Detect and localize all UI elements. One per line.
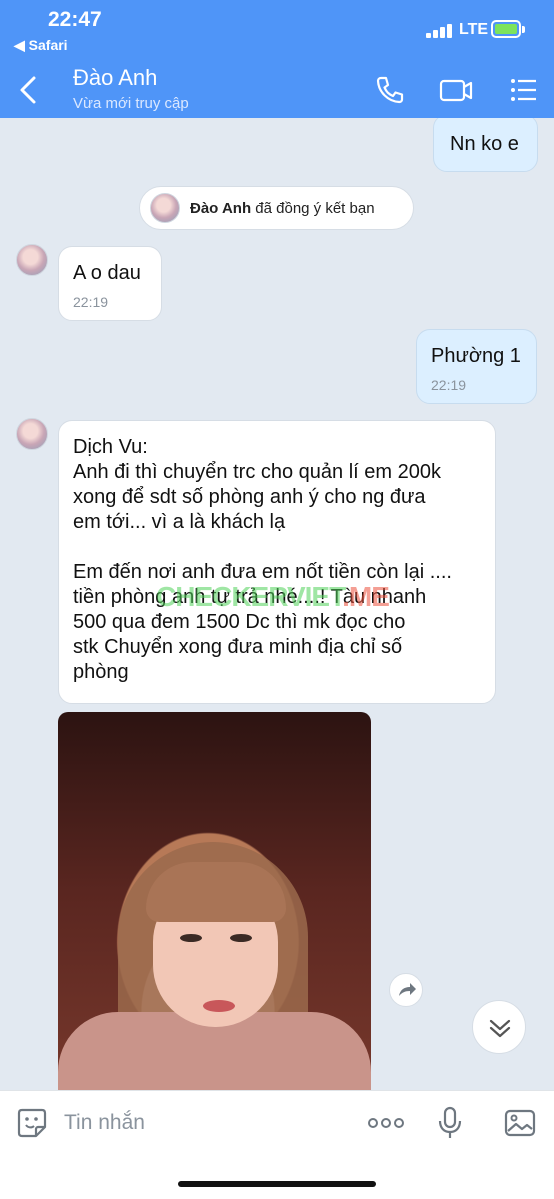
message-line: xong để sdt số phòng anh ý cho ng đưa: [73, 486, 426, 508]
voice-button[interactable]: [432, 1105, 468, 1141]
message-input[interactable]: Tin nhắn: [64, 1111, 145, 1135]
message-input-bar: Tin nhắn: [0, 1090, 554, 1199]
message-line: phòng: [73, 661, 129, 683]
notice-text: đã đồng ý kết bạn: [251, 200, 375, 217]
message-bubble-outgoing[interactable]: Nn ko e: [433, 118, 538, 172]
avatar: [150, 193, 180, 223]
message-text: Phường 1: [431, 345, 521, 367]
back-to-safari-link[interactable]: ◀ Safari: [14, 37, 68, 54]
battery-icon: [491, 20, 521, 38]
message-time: 22:19: [73, 294, 109, 310]
back-button[interactable]: [14, 72, 44, 108]
video-camera-icon: [439, 79, 473, 102]
battery-tip: [522, 26, 525, 33]
message-line: Dịch Vu:: [73, 436, 148, 458]
menu-button[interactable]: [506, 72, 542, 108]
video-call-button[interactable]: [438, 72, 474, 108]
emoji-sticker-icon: [17, 1108, 47, 1138]
message-line: Anh đi thì chuyển trc cho quản lí em 200…: [73, 461, 441, 483]
more-dots-icon: [368, 1118, 404, 1128]
call-button[interactable]: [372, 72, 408, 108]
home-indicator[interactable]: [178, 1181, 376, 1187]
forward-arrow-icon: [399, 983, 416, 996]
chat-messages[interactable]: Nn ko e Đào Anh đã đồng ý kết bạn A o da…: [0, 118, 554, 1090]
message-text: A o dau: [73, 262, 141, 284]
sticker-button[interactable]: [14, 1105, 50, 1141]
avatar[interactable]: [16, 418, 48, 450]
message-line: 500 qua đem 1500 Dc thì mk đọc cho: [73, 611, 406, 633]
message-line: em tới... vì a là khách lạ: [73, 511, 286, 533]
message-bubble-outgoing[interactable]: Phường 1 22:19: [416, 329, 537, 404]
chevron-left-icon: [20, 76, 36, 104]
watermark: CHECKERVIET.ME: [156, 581, 390, 612]
phone-icon: [376, 76, 404, 104]
double-chevron-down-icon: [489, 1019, 511, 1038]
contact-status: Vừa mới truy cập: [73, 95, 189, 112]
message-text: Nn ko e: [450, 133, 519, 155]
image-gallery-icon: [504, 1109, 536, 1137]
signal-icon: [426, 22, 454, 38]
more-button[interactable]: [366, 1105, 406, 1141]
message-line: [73, 535, 495, 560]
message-bubble-incoming[interactable]: A o dau 22:19: [58, 246, 162, 321]
message-bubble-incoming[interactable]: Dịch Vu: Anh đi thì chuyển trc cho quản …: [58, 420, 496, 704]
scroll-to-bottom-button[interactable]: [472, 1000, 526, 1054]
list-menu-icon: [511, 79, 536, 101]
photo-message[interactable]: [58, 712, 371, 1090]
status-time: 22:47: [48, 8, 102, 31]
notice-name: Đào Anh: [190, 200, 252, 217]
network-type: LTE: [459, 21, 489, 38]
friend-accepted-notice: Đào Anh đã đồng ý kết bạn: [139, 186, 414, 230]
microphone-icon: [438, 1106, 462, 1138]
chat-header: 22:47 ◀ Safari LTE Đào Anh Vừa mới truy …: [0, 0, 554, 118]
message-line: stk Chuyển xong đưa minh địa chỉ số: [73, 636, 403, 658]
share-button[interactable]: [389, 973, 423, 1007]
contact-name[interactable]: Đào Anh: [73, 65, 157, 91]
photo-button[interactable]: [502, 1105, 538, 1141]
avatar[interactable]: [16, 244, 48, 276]
message-time: 22:19: [431, 377, 467, 393]
